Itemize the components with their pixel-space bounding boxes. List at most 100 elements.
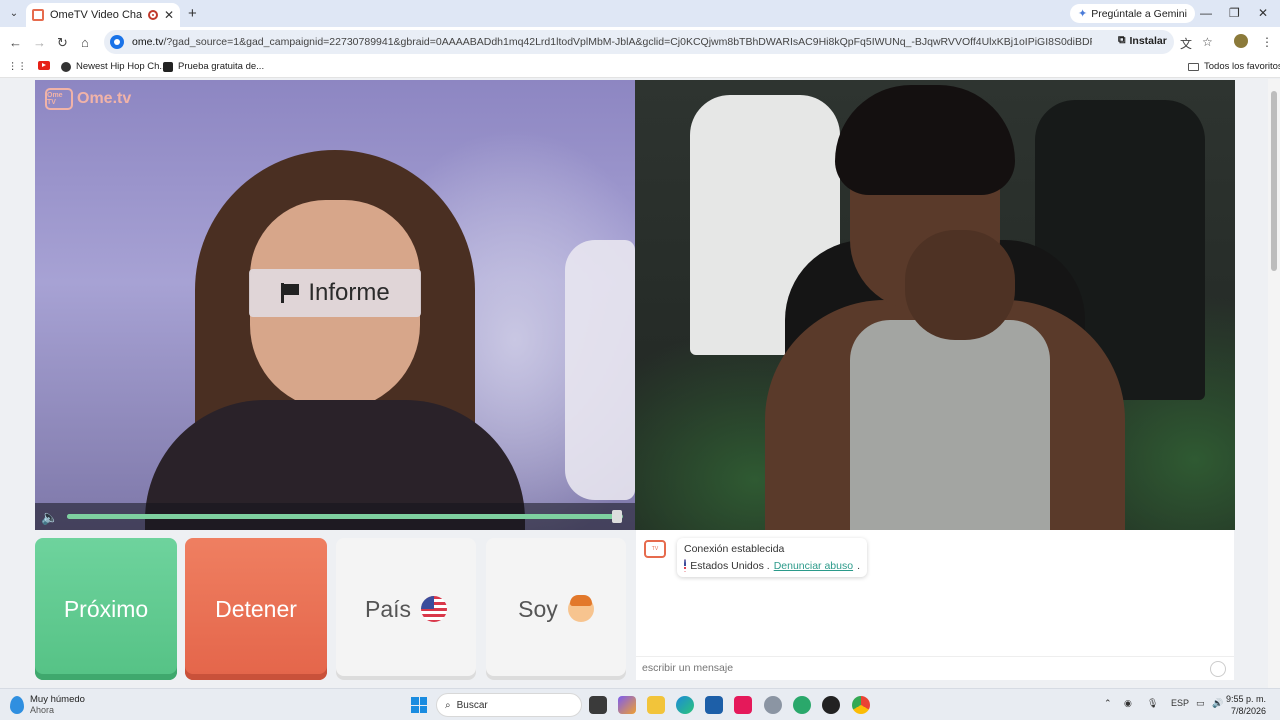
all-bookmarks[interactable]: Todos los favoritos	[1188, 61, 1280, 72]
edge-icon[interactable]	[676, 696, 694, 714]
ometv-logo: Ome TV Ome.tv	[45, 88, 131, 110]
chrome-alt-icon[interactable]	[793, 696, 811, 714]
next-label: Próximo	[63, 595, 149, 622]
self-hand	[905, 230, 1015, 340]
stop-button[interactable]: Detener	[185, 538, 327, 680]
next-button[interactable]: Próximo	[35, 538, 177, 680]
new-tab-icon[interactable]: +	[188, 5, 197, 22]
gemini-button[interactable]: ✦ Pregúntale a Gemini	[1070, 4, 1195, 23]
self-tank-top	[850, 320, 1050, 530]
volume-tray-icon[interactable]: 🔊	[1212, 698, 1223, 709]
partner-video: Ome TV Ome.tv Informe 🔈	[35, 80, 635, 530]
weather-sub: Ahora	[30, 705, 55, 715]
taskbar-search[interactable]: ⌕ Buscar	[436, 693, 582, 717]
tiktok-icon[interactable]	[734, 696, 752, 714]
clock-date: 7/8/2026	[1230, 706, 1267, 716]
flag-icon	[280, 283, 300, 303]
antivirus-icon[interactable]: ◉	[1124, 698, 1132, 709]
url-text[interactable]: ome.tv/?gad_source=1&gad_campaignid=2273…	[132, 36, 1092, 48]
country-label: País	[364, 595, 412, 622]
tray-chevron-icon[interactable]: ⌃	[1104, 698, 1112, 709]
stop-label: Detener	[215, 595, 297, 622]
store-icon[interactable]	[705, 696, 723, 714]
bookmark-youtube[interactable]	[38, 61, 50, 70]
apps-grid-icon[interactable]: ⋮⋮	[8, 61, 27, 72]
chrome-icon[interactable]	[852, 696, 870, 714]
chat-input-row	[636, 656, 1234, 680]
gemini-sparkle-icon: ✦	[1078, 8, 1088, 20]
scrollbar[interactable]	[1268, 79, 1280, 688]
tab-strip: ⌄ OmeTV Video Chat — Alte ✕ + ✦ Pregúnta…	[0, 0, 1280, 27]
gemini-label: Pregúntale a Gemini	[1091, 7, 1187, 20]
windows-start-icon[interactable]	[411, 697, 427, 713]
search-placeholder: Buscar	[456, 699, 488, 711]
clock-time: 9:55 p. m.	[1226, 694, 1267, 704]
address-bar[interactable]: ome.tv/?gad_source=1&gad_campaignid=2273…	[104, 30, 1174, 54]
bookmark-prueba[interactable]: Prueba gratuita de...	[163, 61, 264, 72]
partner-country: Estados Unidos .	[690, 559, 770, 572]
humidity-drop-icon	[10, 695, 24, 714]
emoji-icon[interactable]	[1210, 661, 1226, 677]
bookmarks-bar: ⋮⋮ Newest Hip Hop Ch... Prueba gratuita …	[0, 57, 1280, 78]
report-label: Informe	[308, 279, 390, 306]
self-video	[635, 80, 1235, 530]
site-info-icon[interactable]	[110, 35, 124, 49]
reload-icon[interactable]: ↻	[57, 35, 68, 51]
copilot-icon[interactable]	[618, 696, 636, 714]
clock[interactable]: 9:55 p. m. 7/8/2026	[1226, 693, 1266, 717]
profile-avatar[interactable]	[1234, 34, 1248, 48]
country-button[interactable]: País	[336, 538, 476, 680]
file-explorer-icon[interactable]	[647, 696, 665, 714]
home-icon[interactable]: ⌂	[81, 35, 89, 50]
globe-icon	[61, 61, 71, 72]
gender-button[interactable]: Soy	[486, 538, 626, 680]
translate-icon[interactable]: 文	[1180, 35, 1192, 52]
connection-status: Conexión establecida	[684, 543, 785, 555]
boy-icon	[567, 595, 594, 622]
youtube-icon	[38, 61, 50, 70]
bookmark-hiphop[interactable]: Newest Hip Hop Ch...	[61, 61, 167, 72]
site-icon	[163, 61, 173, 72]
task-view-icon[interactable]	[589, 696, 607, 714]
forward-icon[interactable]: →	[33, 35, 46, 50]
speaker-icon[interactable]: 🔈	[41, 509, 58, 526]
recording-icon	[147, 10, 158, 20]
back-icon[interactable]: ←	[9, 35, 22, 50]
bookmark-star-icon[interactable]: ☆	[1202, 35, 1213, 49]
install-icon: ⧉	[1118, 34, 1126, 46]
message-input[interactable]	[642, 662, 1202, 674]
ometv-favicon-icon	[32, 9, 44, 21]
chat-panel: TV Conexión establecida Estados Unidos .…	[636, 530, 1234, 680]
gender-label: Soy	[518, 595, 558, 622]
volume-fill	[67, 514, 618, 519]
report-button[interactable]: Informe	[249, 269, 421, 317]
volume-slider[interactable]	[67, 510, 623, 523]
app-dark-icon[interactable]	[822, 696, 840, 714]
microphone-icon[interactable]: 🎙	[1147, 698, 1158, 709]
system-message: Conexión establecida Estados Unidos . De…	[677, 538, 867, 577]
restore-icon[interactable]: ❐	[1229, 6, 1240, 20]
close-window-icon[interactable]: ✕	[1258, 6, 1268, 20]
minimize-icon[interactable]: —	[1200, 6, 1212, 20]
us-flag-icon	[421, 596, 448, 622]
browser-tab[interactable]: OmeTV Video Chat — Alte ✕	[26, 3, 180, 27]
weather-title: Muy húmedo	[30, 694, 85, 705]
tv-logo-icon: Ome TV	[45, 88, 73, 110]
self-hair	[835, 85, 1015, 195]
more-menu-icon[interactable]: ⋮	[1261, 35, 1273, 49]
logo-text: Ome.tv	[77, 90, 132, 107]
input-language[interactable]: ESP	[1171, 698, 1189, 708]
scrollbar-thumb[interactable]	[1271, 91, 1277, 271]
volume-knob[interactable]	[612, 510, 623, 523]
folder-icon	[1188, 62, 1199, 71]
volume-bar: 🔈	[35, 503, 635, 530]
close-tab-icon[interactable]: ✕	[164, 8, 174, 22]
tab-search-chevron-icon[interactable]: ⌄	[6, 5, 22, 21]
unicorn-plush	[565, 240, 635, 500]
tab-title: OmeTV Video Chat — Alte	[50, 9, 142, 21]
network-icon[interactable]: ▭	[1196, 698, 1205, 709]
report-abuse-link[interactable]: Denunciar abuso	[774, 560, 853, 572]
settings-icon[interactable]	[764, 696, 782, 714]
install-app-button[interactable]: ⧉ Instalar	[1118, 34, 1167, 47]
weather-widget[interactable]: Muy húmedo Ahora	[10, 694, 85, 715]
